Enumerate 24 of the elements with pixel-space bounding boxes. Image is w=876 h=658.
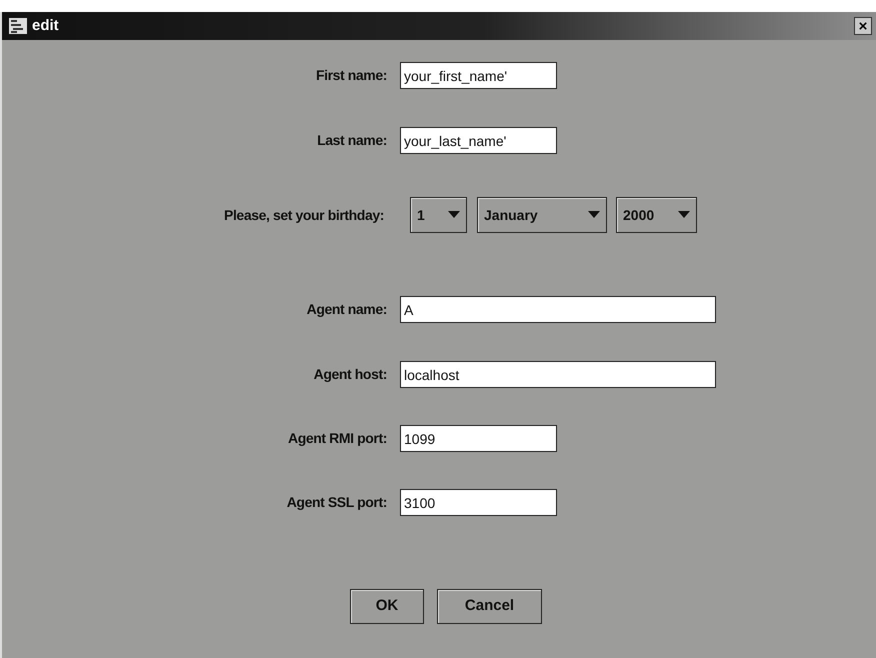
close-button[interactable]: × <box>854 17 872 35</box>
birthday-label: Please, set your birthday: <box>223 206 384 225</box>
text-field[interactable]: your_first_name' <box>400 62 557 89</box>
field-label: Agent name: <box>306 300 387 319</box>
window-title: edit <box>32 16 59 36</box>
field-label: First name: <box>314 66 387 85</box>
field-label: Agent SSL port: <box>286 493 387 512</box>
field-label: Last name: <box>316 131 387 150</box>
dropdown-arrow-icon <box>448 211 460 219</box>
day-dropdown[interactable]: 1 <box>410 197 467 233</box>
field-label: Agent host: <box>312 365 387 384</box>
text-field[interactable]: 1099 <box>400 425 557 452</box>
ok-button[interactable]: OK <box>350 589 424 624</box>
dropdown-arrow-icon <box>678 211 690 219</box>
year-dropdown[interactable]: 2000 <box>616 197 697 233</box>
field-label: Agent RMI port: <box>287 429 387 448</box>
dropdown-arrow-icon <box>588 211 600 219</box>
text-field[interactable]: localhost <box>400 361 716 388</box>
text-field[interactable]: your_last_name' <box>400 127 557 154</box>
month-dropdown[interactable]: January <box>477 197 607 233</box>
cancel-button[interactable]: Cancel <box>437 589 542 624</box>
app-icon <box>8 17 28 35</box>
text-field[interactable]: A <box>400 296 716 323</box>
text-field[interactable]: 3100 <box>400 489 557 516</box>
